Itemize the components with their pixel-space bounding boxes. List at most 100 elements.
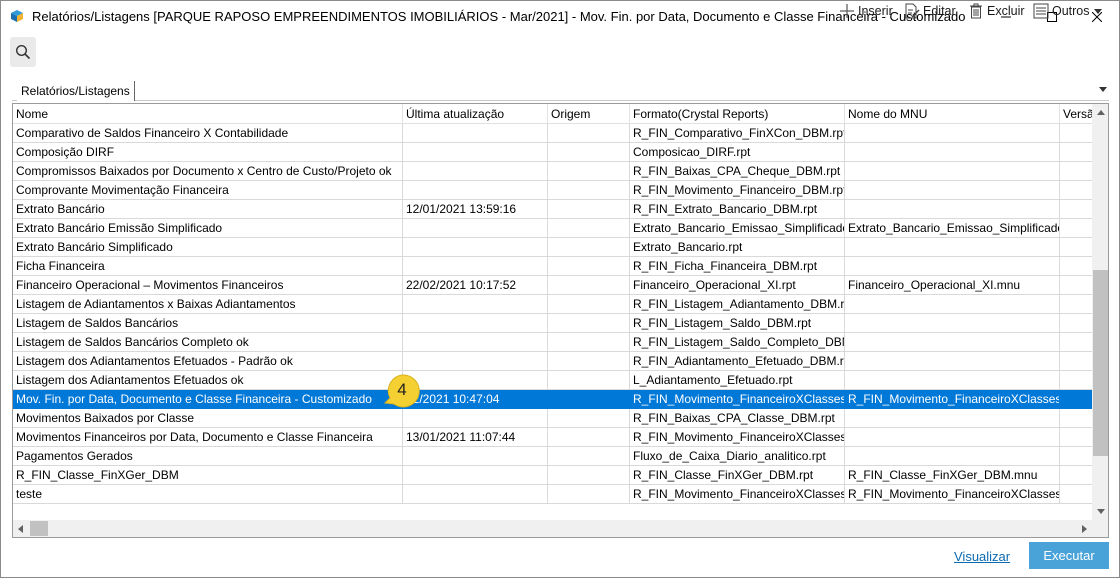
table-row[interactable]: Composição DIRF Composicao_DIRF.rpt <box>13 143 1100 162</box>
column-header-formato[interactable]: Formato(Crystal Reports) <box>630 104 845 124</box>
cell-ultima-atualizacao <box>403 257 548 276</box>
column-header-origem[interactable]: Origem <box>548 104 630 124</box>
table-row[interactable]: Extrato Bancário Emissão Simplificado Ext… <box>13 219 1100 238</box>
cell-formato: L_Adiantamento_Efetuado.rpt <box>630 371 845 390</box>
scroll-right-icon[interactable] <box>1082 525 1087 533</box>
view-button[interactable]: Visualizar <box>954 549 1010 564</box>
cell-nome: teste <box>13 485 403 504</box>
cell-nome: Compromissos Baixados por Documento x Ce… <box>13 162 403 181</box>
table-row[interactable]: Comparativo de Saldos Financeiro X Conta… <box>13 124 1100 143</box>
cell-origem <box>548 428 630 447</box>
search-button[interactable] <box>10 37 36 67</box>
cell-nome-mnu <box>845 257 1060 276</box>
cell-ultima-atualizacao <box>403 409 548 428</box>
cell-nome-mnu: R_FIN_Movimento_FinanceiroXClasses <box>845 390 1060 409</box>
cell-ultima-atualizacao <box>403 143 548 162</box>
cell-nome-mnu <box>845 409 1060 428</box>
cell-formato: Financeiro_Operacional_XI.rpt <box>630 276 845 295</box>
table-row-selected[interactable]: Mov. Fin. por Data, Documento e Classe F… <box>13 390 1100 409</box>
other-menu-button[interactable]: Outros <box>1033 1 1103 21</box>
horizontal-scroll-thumb[interactable] <box>30 521 48 536</box>
table-row[interactable]: Extrato Bancário 12/01/2021 13:59:16 R_FIN… <box>13 200 1100 219</box>
cell-origem <box>548 352 630 371</box>
cell-origem <box>548 219 630 238</box>
cell-nome: R_FIN_Classe_FinXGer_DBM <box>13 466 403 485</box>
report-window: Relatórios/Listagens [PARQUE RAPOSO EMPR… <box>0 0 1120 578</box>
cell-origem <box>548 390 630 409</box>
delete-button[interactable]: Excluir <box>968 1 1025 21</box>
table-row[interactable]: Comprovante Movimentação Financeira R_FIN… <box>13 181 1100 200</box>
reports-grid: Nome Última atualização Origem Formato(C… <box>12 103 1109 538</box>
cell-nome: Comparativo de Saldos Financeiro X Conta… <box>13 124 403 143</box>
tab-dropdown-icon[interactable] <box>1099 87 1107 92</box>
horizontal-scrollbar[interactable] <box>13 520 1092 537</box>
cell-origem <box>548 162 630 181</box>
cell-nome: Financeiro Operacional – Movimentos Fina… <box>13 276 403 295</box>
cell-ultima-atualizacao <box>403 447 548 466</box>
cell-formato: R_FIN_Classe_FinXGer_DBM.rpt <box>630 466 845 485</box>
cell-nome: Composição DIRF <box>13 143 403 162</box>
cell-nome-mnu <box>845 124 1060 143</box>
table-row[interactable]: Compromissos Baixados por Documento x Ce… <box>13 162 1100 181</box>
column-header-nome[interactable]: Nome <box>13 104 403 124</box>
cell-ultima-atualizacao <box>403 238 548 257</box>
cell-nome-mnu <box>845 238 1060 257</box>
cell-ultima-atualizacao <box>403 162 548 181</box>
delete-label: Excluir <box>987 4 1025 18</box>
table-row[interactable]: Extrato Bancário Simplificado Extrato_Ban… <box>13 238 1100 257</box>
table-row[interactable]: Financeiro Operacional – Movimentos Fina… <box>13 276 1100 295</box>
table-row[interactable]: Listagem dos Adiantamentos Efetuados ok L… <box>13 371 1100 390</box>
column-header-nome-mnu[interactable]: Nome do MNU <box>845 104 1060 124</box>
cell-nome: Listagem de Adiantamentos x Baixas Adian… <box>13 295 403 314</box>
cell-ultima-atualizacao <box>403 124 548 143</box>
list-icon <box>1033 3 1049 19</box>
table-row[interactable]: Listagem de Saldos Bancários R_FIN_Listag… <box>13 314 1100 333</box>
table-row[interactable]: teste R_FIN_Movimento_FinanceiroXClasses R… <box>13 485 1100 504</box>
table-row[interactable]: Movimentos Financeiros por Data, Documen… <box>13 428 1100 447</box>
edit-button[interactable]: Editar <box>904 1 956 21</box>
cell-ultima-atualizacao <box>403 466 548 485</box>
cell-origem <box>548 200 630 219</box>
tab-relatorios-listagens[interactable]: Relatórios/Listagens <box>17 81 135 101</box>
cell-nome: Listagem de Saldos Bancários <box>13 314 403 333</box>
cell-ultima-atualizacao: 13/01/2021 11:07:44 <box>403 428 548 447</box>
cell-nome-mnu <box>845 295 1060 314</box>
scroll-up-icon[interactable] <box>1097 110 1105 115</box>
cell-nome-mnu <box>845 371 1060 390</box>
scroll-down-icon[interactable] <box>1097 509 1105 514</box>
cell-ultima-atualizacao <box>403 219 548 238</box>
cell-formato: R_FIN_Movimento_FinanceiroXClasses <box>630 390 845 409</box>
insert-label: Inserir <box>858 4 893 18</box>
table-row[interactable]: R_FIN_Classe_FinXGer_DBM R_FIN_Classe_Fin… <box>13 466 1100 485</box>
cell-formato: R_FIN_Extrato_Bancario_DBM.rpt <box>630 200 845 219</box>
callout-number: 4 <box>397 380 407 399</box>
cell-ultima-atualizacao <box>403 314 548 333</box>
cell-ultima-atualizacao <box>403 485 548 504</box>
cell-ultima-atualizacao <box>403 352 548 371</box>
cell-formato: R_FIN_Ficha_Financeira_DBM.rpt <box>630 257 845 276</box>
table-row[interactable]: Movimentos Baixados por Classe R_FIN_Baix… <box>13 409 1100 428</box>
table-row[interactable]: Listagem de Adiantamentos x Baixas Adian… <box>13 295 1100 314</box>
scrollbar-corner <box>1092 520 1108 537</box>
column-header-ultima-atualizacao[interactable]: Última atualização <box>403 104 548 124</box>
run-button[interactable]: Executar <box>1029 542 1109 569</box>
table-row[interactable]: Pagamentos Gerados Fluxo_de_Caixa_Diario_… <box>13 447 1100 466</box>
cell-formato: Fluxo_de_Caixa_Diario_analitico.rpt <box>630 447 845 466</box>
cell-formato: Composicao_DIRF.rpt <box>630 143 845 162</box>
cell-origem <box>548 371 630 390</box>
cell-origem <box>548 143 630 162</box>
insert-button[interactable]: Inserir <box>839 1 893 21</box>
vertical-scroll-thumb[interactable] <box>1093 270 1108 456</box>
table-row[interactable]: Ficha Financeira R_FIN_Ficha_Financeira_D… <box>13 257 1100 276</box>
cell-nome: Listagem dos Adiantamentos Efetuados ok <box>13 371 403 390</box>
cell-formato: R_FIN_Baixas_CPA_Classe_DBM.rpt <box>630 409 845 428</box>
cell-formato: R_FIN_Listagem_Saldo_Completo_DBM.rpt <box>630 333 845 352</box>
cell-ultima-atualizacao: 22/02/2021 10:17:52 <box>403 276 548 295</box>
vertical-scrollbar[interactable] <box>1092 104 1108 520</box>
scroll-left-icon[interactable] <box>18 525 23 533</box>
table-row[interactable]: Listagem dos Adiantamentos Efetuados - P… <box>13 352 1100 371</box>
table-row[interactable]: Listagem de Saldos Bancários Completo ok… <box>13 333 1100 352</box>
cell-origem <box>548 485 630 504</box>
cell-nome: Listagem dos Adiantamentos Efetuados - P… <box>13 352 403 371</box>
cell-nome-mnu <box>845 333 1060 352</box>
